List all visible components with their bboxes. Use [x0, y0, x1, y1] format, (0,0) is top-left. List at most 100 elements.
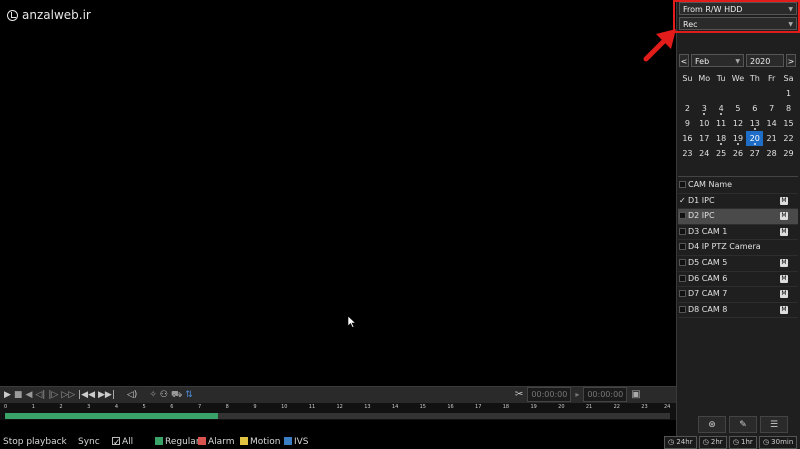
- timeline-hour-label: 13: [364, 404, 371, 410]
- ivs-filter-icon[interactable]: ⇅: [185, 390, 193, 401]
- scissors-icon[interactable]: ✂: [515, 389, 523, 400]
- clock-icon: ◷: [732, 438, 739, 446]
- camera-checkbox[interactable]: [679, 227, 686, 235]
- calendar-day[interactable]: 25: [713, 146, 730, 161]
- ivs-checkbox[interactable]: IVS: [284, 437, 309, 447]
- main-stream-badge[interactable]: M: [780, 212, 788, 221]
- year-value: 2020: [750, 57, 771, 66]
- calendar-day[interactable]: 24: [696, 146, 713, 161]
- camera-checkbox[interactable]: [679, 212, 686, 220]
- sync-all-checkbox[interactable]: ✓All: [112, 437, 133, 448]
- next-month-button[interactable]: >: [786, 54, 796, 67]
- calendar-day[interactable]: 10: [696, 116, 713, 131]
- select-all-checkbox[interactable]: [679, 181, 686, 188]
- main-stream-badge[interactable]: M: [780, 258, 788, 267]
- camera-row[interactable]: D5 CAM 5 M: [678, 256, 798, 272]
- calendar-day[interactable]: 19: [730, 131, 747, 146]
- calendar-day[interactable]: 6: [746, 101, 763, 116]
- camera-checkbox[interactable]: [679, 274, 686, 282]
- calendar-day[interactable]: 28: [763, 146, 780, 161]
- fast-forward-icon[interactable]: ▷▷: [61, 390, 75, 401]
- timeline[interactable]: 0 1 2 3 4 5 6 7 8 9 10 11 12 13 14 15 16 17 18 19 20 21 22 23 24: [0, 403, 676, 420]
- main-stream-badge[interactable]: M: [780, 274, 788, 283]
- calendar-day[interactable]: 8: [780, 101, 797, 116]
- calendar-day[interactable]: 16: [679, 131, 696, 146]
- main-stream-badge[interactable]: M: [780, 305, 788, 314]
- zoom-label: 1hr: [741, 438, 753, 446]
- calendar-day[interactable]: 17: [696, 131, 713, 146]
- main-stream-badge[interactable]: M: [780, 196, 788, 205]
- calendar-day[interactable]: 12: [730, 116, 747, 131]
- timeline-hour-label: 21: [585, 404, 593, 410]
- list-icon: ☰: [769, 419, 779, 430]
- calendar-day[interactable]: 7: [763, 101, 780, 116]
- motion-checkbox[interactable]: Motion: [240, 437, 281, 447]
- camera-checkbox[interactable]: [679, 290, 686, 298]
- camera-checkbox[interactable]: [679, 258, 686, 266]
- weekday-label: We: [731, 74, 745, 83]
- calendar-day[interactable]: 1: [780, 86, 797, 101]
- calendar-day[interactable]: 22: [780, 131, 797, 146]
- list-button[interactable]: ☰: [760, 416, 788, 433]
- prev-record-icon[interactable]: |◀◀: [78, 390, 95, 401]
- regular-checkbox[interactable]: Regular: [155, 437, 200, 447]
- check-icon[interactable]: ✓: [679, 194, 686, 209]
- calendar-day[interactable]: 11: [713, 116, 730, 131]
- camera-row[interactable]: D3 CAM 1 M: [678, 225, 798, 241]
- year-field[interactable]: 2020: [746, 54, 784, 67]
- camera-name: D6 CAM 6: [688, 273, 728, 283]
- calendar-day[interactable]: 20: [746, 131, 764, 146]
- main-stream-badge[interactable]: M: [780, 227, 788, 236]
- calendar-day[interactable]: 3: [696, 101, 713, 116]
- calendar-day[interactable]: 29: [780, 146, 797, 161]
- smart-search-button[interactable]: ⊛: [698, 416, 726, 433]
- camera-row[interactable]: D8 CAM 8 M: [678, 303, 798, 319]
- timeline-hour-label: 5: [142, 404, 146, 410]
- zoom-2hr-button[interactable]: ◷ 2hr: [698, 436, 727, 449]
- clip-end-field[interactable]: 00:00:00: [583, 387, 628, 402]
- calendar-day[interactable]: 26: [730, 146, 747, 161]
- zoom-24hr-button[interactable]: ◷ 24hr: [664, 436, 697, 449]
- calendar-day[interactable]: 13: [746, 116, 763, 131]
- camera-row[interactable]: D2 IPC M: [678, 209, 798, 225]
- calendar-day[interactable]: 4: [713, 101, 730, 116]
- camera-row[interactable]: D6 CAM 6 M: [678, 272, 798, 288]
- clip-start-field[interactable]: 00:00:00: [527, 387, 572, 402]
- calendar-day[interactable]: 15: [780, 116, 797, 131]
- calendar-day[interactable]: 23: [679, 146, 696, 161]
- camera-row[interactable]: D4 IP PTZ Camera: [678, 240, 798, 256]
- month-select[interactable]: Feb ▼: [691, 54, 744, 67]
- camera-row[interactable]: ✓ D1 IPC M: [678, 194, 798, 210]
- timeline-hour-label: 14: [391, 404, 399, 410]
- calendar-day[interactable]: 5: [730, 101, 747, 116]
- regular-color-icon: [155, 437, 163, 445]
- prev-month-button[interactable]: <: [679, 54, 689, 67]
- vehicle-filter-icon[interactable]: ⛟: [171, 390, 182, 401]
- calendar-day[interactable]: 21: [763, 131, 780, 146]
- camera-checkbox[interactable]: [679, 305, 686, 313]
- calendar-weekdays: Su Mo Tu We Th Fr Sa: [679, 71, 797, 86]
- calendar-day[interactable]: 18: [713, 131, 730, 146]
- calendar-day[interactable]: 9: [679, 116, 696, 131]
- video-area[interactable]: [0, 0, 676, 386]
- snapshot-icon[interactable]: ✧: [149, 390, 157, 401]
- camera-checkbox[interactable]: [679, 243, 686, 251]
- main-stream-badge[interactable]: M: [780, 290, 788, 299]
- calendar-day[interactable]: 2: [679, 101, 696, 116]
- calendar-day[interactable]: 14: [763, 116, 780, 131]
- volume-icon[interactable]: ◁): [127, 390, 137, 401]
- step-forward-icon[interactable]: |▷: [48, 390, 58, 401]
- calendar-day[interactable]: 27: [746, 146, 763, 161]
- mark-button[interactable]: ✎: [729, 416, 757, 433]
- stop-icon[interactable]: ■: [14, 390, 23, 401]
- save-icon[interactable]: ▣: [631, 389, 640, 400]
- alarm-checkbox[interactable]: Alarm: [198, 437, 234, 447]
- next-record-icon[interactable]: ▶▶|: [98, 390, 115, 401]
- step-back-icon[interactable]: ◁|: [35, 390, 45, 401]
- reverse-play-icon[interactable]: ◀: [25, 390, 32, 401]
- play-icon[interactable]: ▶: [4, 390, 11, 401]
- human-filter-icon[interactable]: ⚇: [160, 390, 168, 401]
- zoom-30min-button[interactable]: ◷ 30min: [758, 436, 798, 449]
- camera-row[interactable]: D7 CAM 7 M: [678, 287, 798, 303]
- zoom-1hr-button[interactable]: ◷ 1hr: [728, 436, 757, 449]
